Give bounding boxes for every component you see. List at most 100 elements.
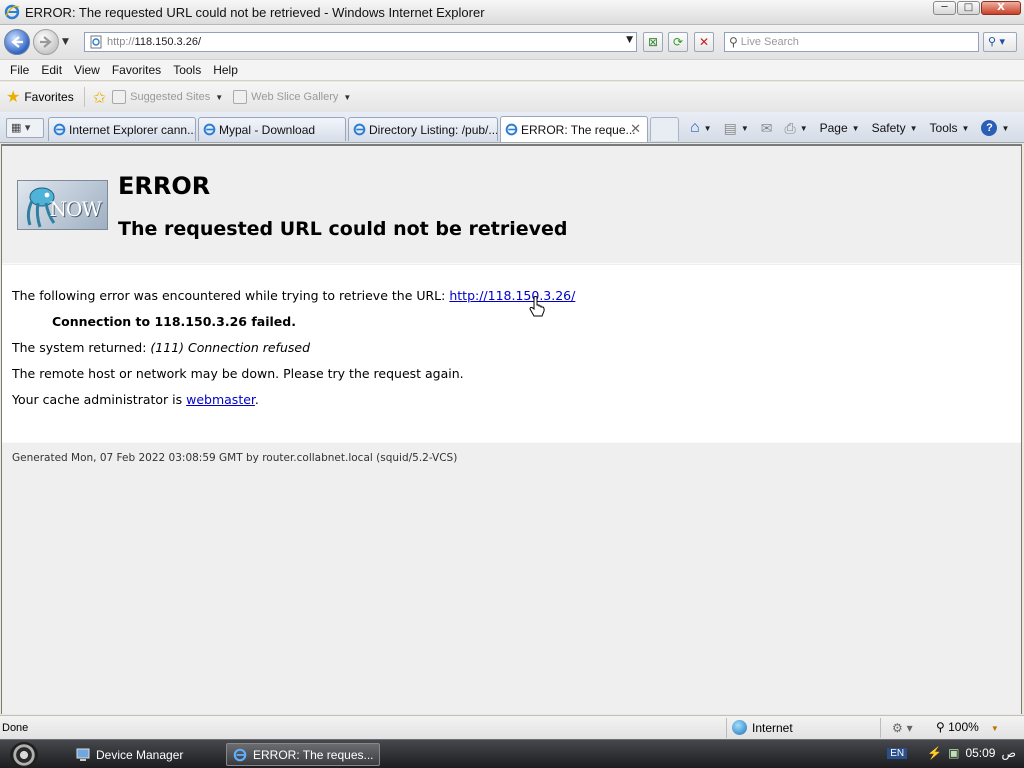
- address-url[interactable]: http://118.150.3.26/: [107, 36, 201, 48]
- chevron-down-icon: ▼: [215, 92, 224, 102]
- language-indicator[interactable]: EN: [887, 747, 908, 759]
- favorites-button[interactable]: ★ Favorites: [6, 87, 74, 107]
- menu-edit[interactable]: Edit: [35, 63, 68, 77]
- protected-mode-icon[interactable]: ⚙ ▾: [892, 721, 913, 735]
- add-favorite-icon[interactable]: ✩: [93, 88, 106, 107]
- home-icon: ⌂: [690, 119, 700, 136]
- safety-menu-label: Safety: [871, 121, 906, 135]
- menu-tools[interactable]: Tools: [167, 63, 207, 77]
- menu-help[interactable]: Help: [207, 63, 244, 77]
- taskbar-item-label: Device Manager: [96, 747, 184, 762]
- security-zone[interactable]: Internet: [732, 720, 793, 735]
- zoom-control[interactable]: ⚲ 100% ▼: [936, 720, 999, 734]
- feeds-button[interactable]: ▤ ▼: [724, 120, 749, 137]
- favorites-bar: ★ Favorites ✩ Suggested Sites ▼ Web Slic…: [0, 82, 1024, 112]
- ie-logo-icon: [203, 123, 216, 136]
- navigation-bar: ▼ http://118.150.3.26/ ▼ ⊠ ⟳ ✕ ⚲ Live Se…: [0, 25, 1024, 59]
- home-button[interactable]: ⌂ ▼: [690, 119, 712, 137]
- menu-bar: File Edit View Favorites Tools Help: [0, 59, 1024, 81]
- tools-menu-label: Tools: [929, 121, 958, 135]
- cache-admin-period: .: [254, 392, 259, 407]
- title-bar: ERROR: The requested URL could not be re…: [0, 0, 1024, 25]
- print-button[interactable]: ⎙ ▼: [784, 120, 807, 137]
- mail-icon: ✉: [760, 119, 773, 136]
- error-body: The following error was encountered whil…: [2, 265, 1021, 442]
- tab-error-active[interactable]: ERROR: The reque... ✕: [500, 116, 648, 142]
- search-box[interactable]: ⚲ Live Search: [724, 32, 979, 52]
- web-slice-gallery-button[interactable]: Web Slice Gallery ▼: [233, 90, 351, 104]
- command-bar: ⌂ ▼ ▤ ▼ ✉ ⎙ ▼ Page ▼ Safety ▼ Tools ▼ ? ▼: [690, 118, 1021, 138]
- ie-page-icon: [112, 90, 127, 104]
- suggested-sites-label: Suggested Sites: [130, 91, 211, 103]
- new-tab-button[interactable]: [650, 117, 679, 141]
- retrieved-url-link[interactable]: http://118.150.3.26/: [449, 288, 575, 303]
- search-button[interactable]: ⚲ ▾: [983, 32, 1017, 52]
- page-content: NOW ERROR The requested URL could not be…: [1, 144, 1022, 714]
- recent-pages-dropdown[interactable]: ▼: [62, 37, 69, 47]
- back-arrow-icon: [11, 36, 23, 48]
- stop-icon[interactable]: ✕: [694, 32, 714, 52]
- compatibility-view-icon[interactable]: ⊠: [643, 32, 663, 52]
- ie-logo-icon: [233, 748, 247, 761]
- chevron-down-icon: ▼: [909, 123, 918, 133]
- chevron-down-icon: ▼: [343, 92, 352, 102]
- page-menu-label: Page: [819, 121, 848, 135]
- connection-failed-text: Connection to 118.150.3.26 failed.: [52, 314, 296, 329]
- address-dropdown[interactable]: ▼: [626, 35, 633, 45]
- system-returned-value: (111) Connection refused: [150, 340, 310, 355]
- page-menu[interactable]: Page ▼: [820, 121, 860, 135]
- menu-file[interactable]: File: [4, 63, 35, 77]
- squid-now-logo: NOW: [17, 180, 108, 230]
- globe-icon: [732, 720, 747, 735]
- menu-view[interactable]: View: [68, 63, 106, 77]
- status-text: Done: [2, 722, 29, 734]
- help-icon: ?: [981, 120, 998, 136]
- webmaster-link[interactable]: webmaster: [186, 392, 255, 407]
- tab-internet-explorer[interactable]: Internet Explorer cann...: [48, 117, 196, 141]
- tab-label: Internet Explorer cann...: [69, 122, 196, 137]
- start-button[interactable]: [10, 742, 38, 768]
- menu-favorites[interactable]: Favorites: [106, 63, 167, 77]
- tab-directory-listing[interactable]: Directory Listing: /pub/...: [348, 117, 498, 141]
- ie-logo-icon: [53, 123, 66, 136]
- safely-remove-icon[interactable]: ▣: [948, 746, 959, 760]
- taskbar-item-device-manager[interactable]: Device Manager: [70, 743, 220, 766]
- page-heading: ERROR: [118, 172, 211, 200]
- clock-ampm: ص: [1001, 746, 1016, 760]
- clock-time[interactable]: 05:09: [965, 746, 995, 760]
- suggested-sites-button[interactable]: Suggested Sites ▼: [112, 90, 223, 104]
- close-button[interactable]: X: [981, 1, 1021, 15]
- tab-label: ERROR: The reque...: [521, 122, 636, 137]
- search-placeholder[interactable]: Live Search: [741, 36, 799, 48]
- generated-footer: Generated Mon, 07 Feb 2022 03:08:59 GMT …: [12, 452, 458, 464]
- maximize-button[interactable]: □: [957, 1, 980, 15]
- safety-menu[interactable]: Safety ▼: [872, 121, 918, 135]
- error-url-line: The following error was encountered whil…: [12, 288, 575, 303]
- back-button[interactable]: [4, 29, 30, 55]
- read-mail-button[interactable]: ✉: [761, 120, 773, 137]
- web-slice-gallery-label: Web Slice Gallery: [251, 91, 339, 103]
- computer-icon: [76, 748, 90, 761]
- close-tab-icon[interactable]: ✕: [630, 122, 641, 137]
- forward-button[interactable]: [33, 29, 59, 55]
- address-bar[interactable]: http://118.150.3.26/ ▼: [84, 32, 637, 52]
- quick-tabs-button[interactable]: ▦ ▾: [6, 118, 44, 138]
- ie-logo-icon: [353, 123, 366, 136]
- network-icon[interactable]: ⚡: [927, 746, 942, 760]
- forward-arrow-icon: [40, 36, 52, 48]
- taskbar-item-ie-error[interactable]: ERROR: The reques...: [226, 743, 380, 766]
- search-icon: ⚲: [729, 35, 738, 49]
- refresh-icon[interactable]: ⟳: [668, 32, 688, 52]
- help-button[interactable]: ? ▼: [981, 120, 1009, 136]
- tools-menu[interactable]: Tools ▼: [930, 121, 970, 135]
- divider: [83, 87, 85, 107]
- page-icon: [90, 35, 102, 49]
- taskbar: Device Manager ERROR: The reques... EN ⚡…: [0, 739, 1024, 768]
- chevron-down-icon: ▼: [740, 123, 749, 133]
- page-subheading: The requested URL could not be retrieved: [118, 218, 568, 240]
- tab-mypal-download[interactable]: Mypal - Download: [198, 117, 346, 141]
- ie-logo-icon: [4, 4, 20, 20]
- favorites-label: Favorites: [24, 90, 74, 104]
- minimize-button[interactable]: ─: [933, 1, 956, 15]
- cache-admin-line: Your cache administrator is webmaster.: [12, 392, 259, 407]
